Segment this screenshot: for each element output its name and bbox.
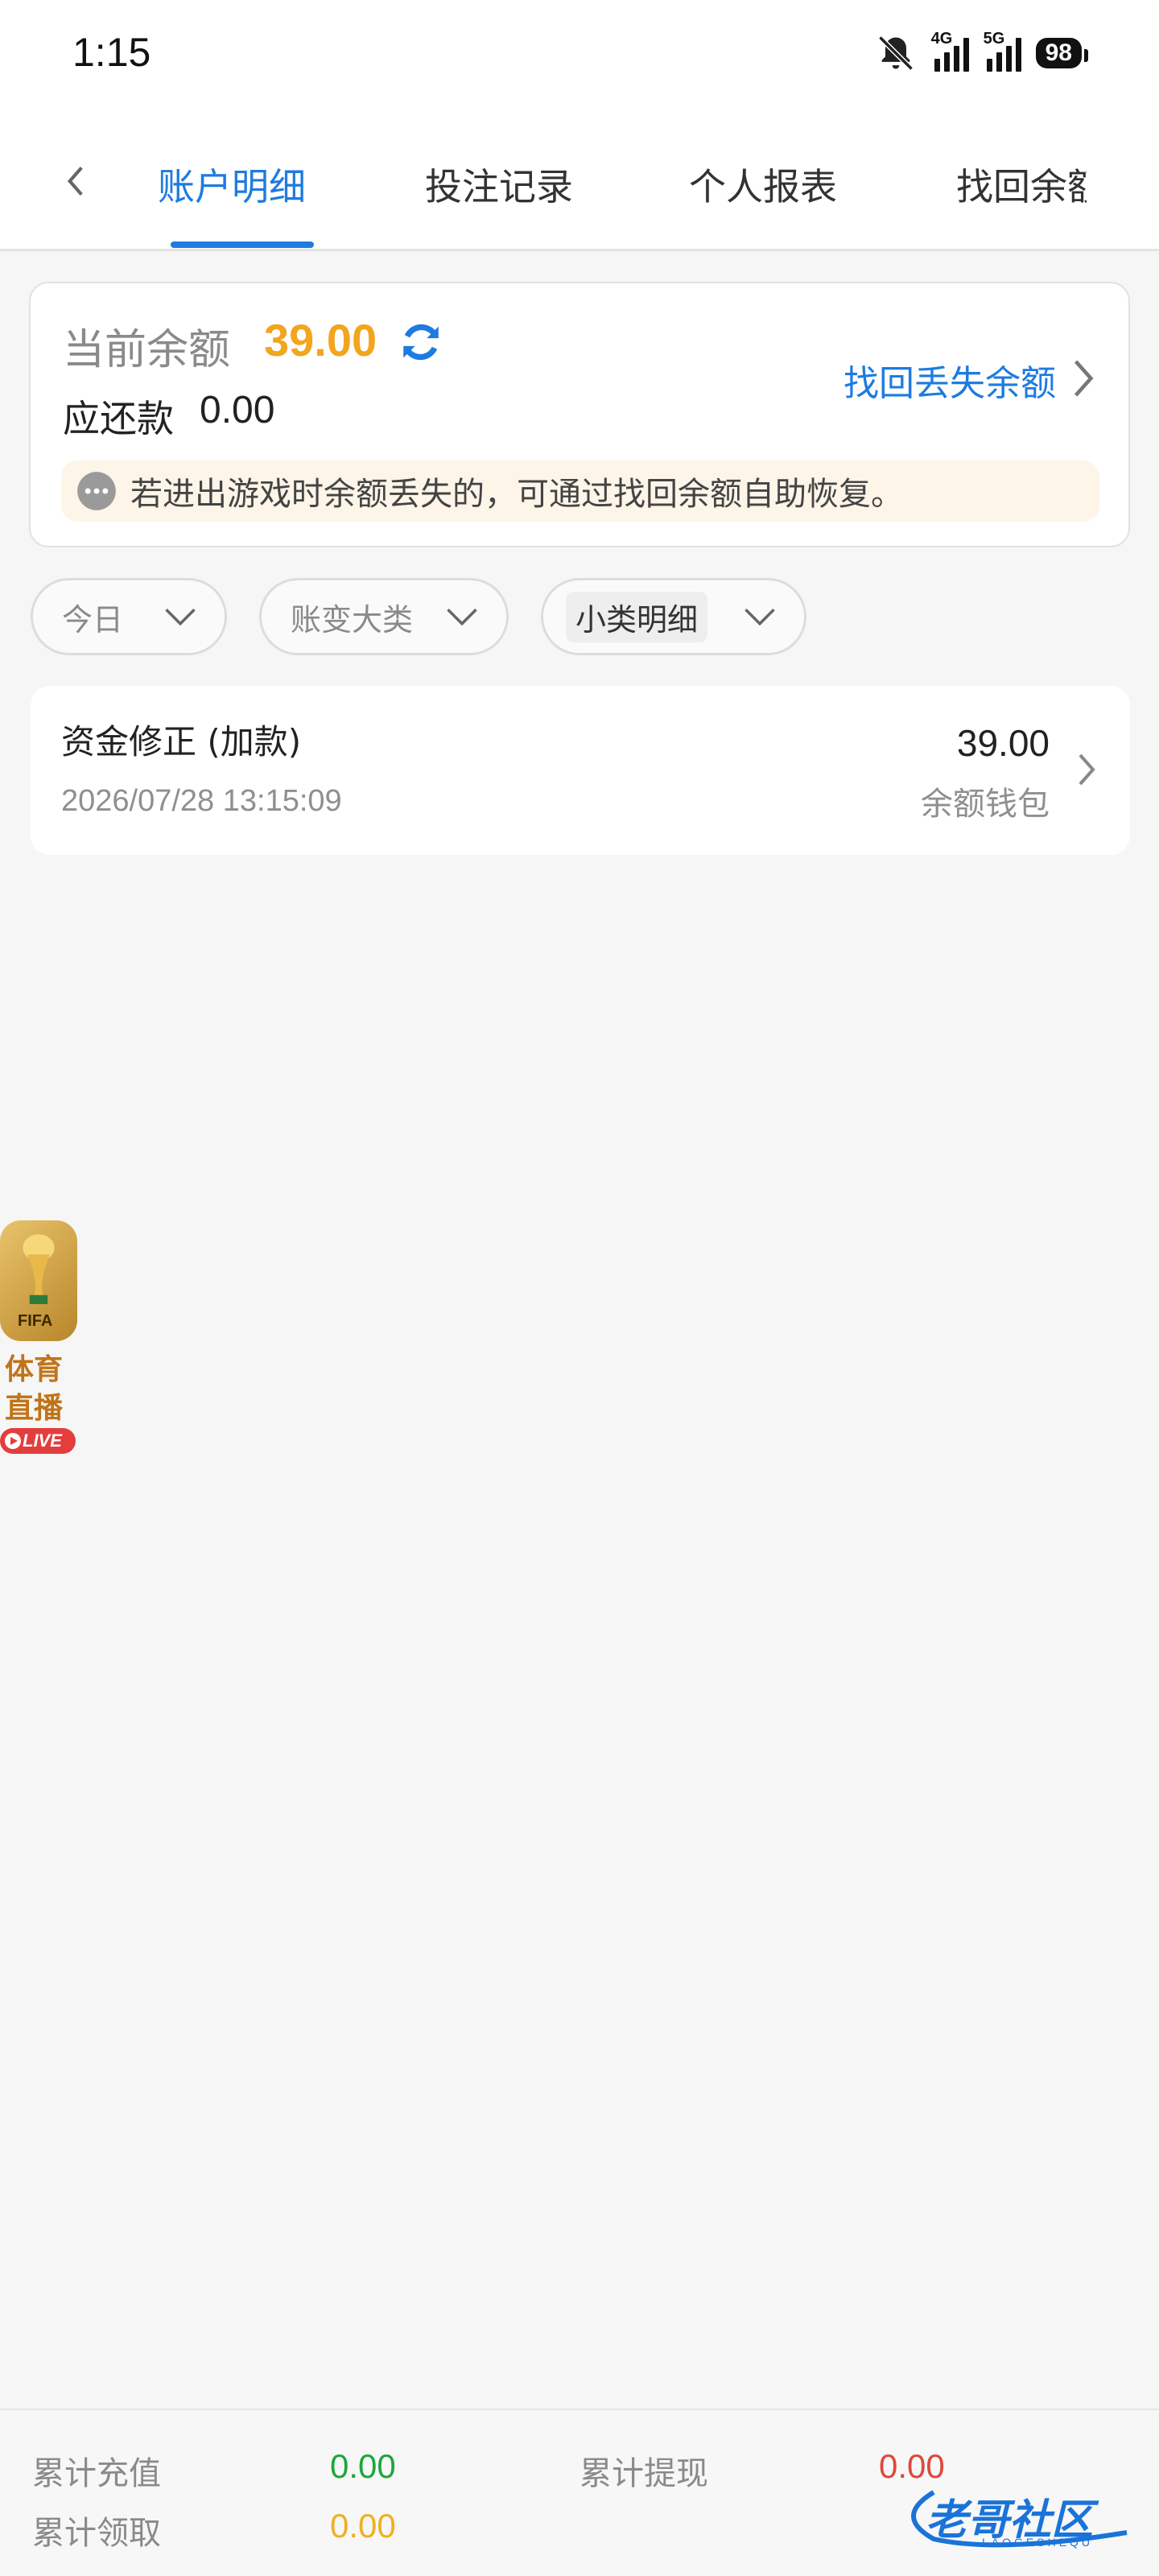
claim-label: 累计领取	[32, 2515, 161, 2552]
bell-off-icon	[877, 35, 914, 71]
balance-value: 39.00	[264, 315, 377, 365]
notice-text: 若进出游戏时余额丢失的，可通过找回余额自助恢复。	[130, 476, 903, 513]
owed-value: 0.00	[200, 389, 275, 431]
recover-balance-link[interactable]: 找回丢失余额	[843, 354, 1056, 406]
tab-bar: 账户明细 投注记录 个人报表 找回余额	[0, 113, 1159, 251]
back-arrow-icon[interactable]	[56, 161, 97, 201]
filter-subcategory[interactable]: 小类明细	[541, 578, 806, 655]
status-bar: 1:15 4G 5G 98	[0, 0, 1159, 113]
filter-category-label: 账变大类	[291, 601, 414, 638]
trophy-icon: FIFA	[0, 1220, 77, 1341]
record-amount: 39.00	[956, 722, 1050, 764]
active-tab-indicator	[171, 242, 314, 248]
chevron-down-icon	[744, 609, 775, 626]
owed-label: 应还款	[63, 397, 174, 440]
tab-bet-records[interactable]: 投注记录	[425, 158, 573, 211]
record-wallet: 余额钱包	[921, 786, 1050, 823]
chevron-right-icon[interactable]	[1067, 356, 1099, 401]
sports-live-float[interactable]: FIFA 体育 直播 LIVE	[0, 1220, 80, 1454]
chevron-right-icon	[1079, 753, 1095, 786]
tab-personal-report[interactable]: 个人报表	[689, 158, 837, 211]
signal-4g-icon: 4G	[931, 30, 969, 72]
tab-recover-balance[interactable]: 找回余额	[956, 158, 1087, 211]
filter-category[interactable]: 账变大类	[259, 578, 509, 655]
chevron-down-icon	[447, 609, 477, 626]
tab-clip: 找回余额	[956, 145, 1087, 225]
network-5g-label: 5G	[983, 30, 1005, 47]
live-badge: LIVE	[0, 1428, 76, 1454]
signal-5g-icon: 5G	[984, 30, 1021, 72]
recharge-label: 累计充值	[32, 2455, 161, 2492]
network-4g-label: 4G	[930, 30, 953, 47]
status-icons: 4G 5G 98	[875, 30, 1089, 76]
tab-account-details[interactable]: 账户明细	[158, 158, 306, 211]
claim-value: 0.00	[330, 2507, 396, 2545]
withdraw-label: 累计提现	[580, 2455, 708, 2492]
status-time: 1:15	[72, 30, 151, 75]
balance-card: 当前余额 39.00 应还款 0.00 找回丢失余额 若进出游戏时余额丢失的，可…	[29, 282, 1130, 547]
recharge-value: 0.00	[330, 2447, 396, 2485]
record-title: 资金修正 (加款)	[61, 722, 302, 762]
live-label-1: 体育	[5, 1353, 64, 1386]
chat-bubble-icon	[77, 472, 116, 510]
filter-date-label: 今日	[62, 601, 124, 638]
balance-label: 当前余额	[63, 326, 231, 374]
record-row[interactable]: 资金修正 (加款) 2026/07/28 13:15:09 39.00 余额钱包	[31, 686, 1130, 855]
world-cup-trophy-icon	[23, 1234, 55, 1304]
watermark-subtext: LAOGESHEQU	[982, 2536, 1094, 2549]
filter-subcategory-label: 小类明细	[566, 591, 708, 642]
notice-banner: 若进出游戏时余额丢失的，可通过找回余额自助恢复。	[61, 460, 1099, 522]
refresh-icon[interactable]	[398, 319, 444, 365]
chevron-down-icon	[165, 609, 196, 626]
record-time: 2026/07/28 13:15:09	[61, 784, 342, 818]
battery-icon: 98	[1035, 38, 1089, 68]
live-label-2: 直播	[5, 1392, 64, 1425]
filter-date[interactable]: 今日	[31, 578, 227, 655]
fifa-label: FIFA	[18, 1312, 53, 1330]
